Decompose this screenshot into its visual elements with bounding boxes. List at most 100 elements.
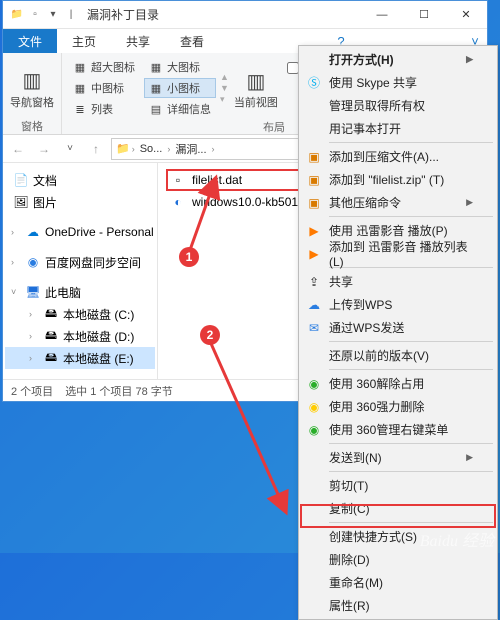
recent-button[interactable]: ˅ — [59, 138, 81, 160]
qat: 📁 ▫ ▾ | — [3, 7, 79, 23]
menu-delete[interactable]: 删除(D) — [299, 548, 497, 571]
share-icon: ⇪ — [305, 273, 323, 291]
menu-xunlei-list[interactable]: ▶添加到 迅雷影音 播放列表(L) — [299, 242, 497, 265]
annotation-badge-2: 2 — [200, 325, 220, 345]
menu-360-del[interactable]: ◉使用 360强力删除 — [299, 395, 497, 418]
maximize-button[interactable]: ☐ — [403, 1, 445, 29]
layout-small[interactable]: ▦小图标 — [144, 78, 216, 98]
tree-drive-d[interactable]: ›🖴本地磁盘 (D:) — [5, 325, 155, 347]
current-view-label: 当前视图 — [234, 97, 278, 109]
menu-separator — [329, 471, 493, 472]
menu-separator — [329, 369, 493, 370]
zip-icon: ▣ — [305, 148, 323, 166]
layout-medium[interactable]: ▦中图标 — [68, 78, 140, 98]
layout-icon: ▦ — [73, 81, 87, 95]
current-view-icon: ▥ — [242, 67, 270, 95]
tab-view[interactable]: 查看 — [165, 29, 219, 53]
tree-thispc[interactable]: ˅🖥此电脑 — [5, 281, 155, 303]
chevron-right-icon: ▶ — [466, 54, 473, 65]
onedrive-icon: ☁ — [25, 224, 41, 240]
chevron-down-icon[interactable]: ˅ — [11, 287, 21, 297]
nav-pane-label: 导航窗格 — [10, 97, 54, 109]
tree-drive-e[interactable]: ›🖴本地磁盘 (E:) — [5, 347, 155, 369]
file-icon: ▫ — [170, 172, 186, 188]
menu-separator — [329, 443, 493, 444]
menu-admin[interactable]: 管理员取得所有权 — [299, 94, 497, 117]
chevron-right-icon[interactable]: › — [29, 331, 39, 341]
chevron-right-icon[interactable]: › — [11, 227, 21, 237]
menu-360-scan[interactable]: ◉使用 360解除占用 — [299, 372, 497, 395]
layout-icon: ▦ — [149, 81, 163, 95]
tab-file[interactable]: 文件 — [3, 29, 57, 53]
documents-icon: 📄 — [13, 172, 29, 188]
menu-separator — [329, 216, 493, 217]
tab-home[interactable]: 主页 — [57, 29, 111, 53]
pictures-icon: 🖼 — [13, 194, 29, 210]
layout-icon: ▦ — [149, 60, 163, 74]
annotation-badge-1: 1 — [179, 247, 199, 267]
menu-prev-versions[interactable]: 还原以前的版本(V) — [299, 344, 497, 367]
chevron-right-icon: ▶ — [466, 197, 473, 208]
drive-icon: 🖴 — [43, 306, 59, 322]
menu-notepad[interactable]: 用记事本打开 — [299, 117, 497, 140]
pc-icon: 🖥 — [25, 284, 41, 300]
tree-documents[interactable]: 📄文档 — [5, 169, 155, 191]
close-button[interactable]: ✕ — [445, 1, 487, 29]
folder-icon: 📁 — [116, 142, 130, 155]
chevron-right-icon[interactable]: › — [29, 309, 39, 319]
menu-360-menu[interactable]: ◉使用 360管理右键菜单 — [299, 418, 497, 441]
menu-other-zip[interactable]: ▣其他压缩命令▶ — [299, 191, 497, 214]
menu-sendto[interactable]: 发送到(N)▶ — [299, 446, 497, 469]
up-button[interactable]: ↑ — [85, 138, 107, 160]
chevron-right-icon[interactable]: › — [29, 353, 39, 363]
tree-baidu[interactable]: ›◉百度网盘同步空间 — [5, 251, 155, 273]
current-view-button[interactable]: ▥ 当前视图 — [233, 57, 279, 119]
menu-wps-upload[interactable]: ☁上传到WPS — [299, 293, 497, 316]
360-icon: ◉ — [305, 398, 323, 416]
tab-share[interactable]: 共享 — [111, 29, 165, 53]
skype-icon: Ⓢ — [305, 74, 323, 92]
layout-icon: ≣ — [73, 102, 87, 116]
menu-open-with[interactable]: 打开方式(H)▶ — [299, 48, 497, 71]
menu-wps-send[interactable]: ✉通过WPS发送 — [299, 316, 497, 339]
forward-button[interactable]: → — [33, 138, 55, 160]
tree-onedrive[interactable]: ›☁OneDrive - Personal — [5, 221, 155, 243]
nav-pane-icon: ▥ — [18, 67, 46, 95]
titlebar: 📁 ▫ ▾ | 漏洞补丁目录 — ☐ ✕ — [3, 1, 487, 29]
menu-share[interactable]: ⇪共享 — [299, 270, 497, 293]
layout-large[interactable]: ▦大图标 — [144, 57, 216, 77]
status-selected: 选中 1 个项目 78 字节 — [65, 383, 173, 399]
menu-add-zip[interactable]: ▣添加到压缩文件(A)... — [299, 145, 497, 168]
back-button[interactable]: ← — [7, 138, 29, 160]
chevron-right-icon[interactable]: › — [11, 257, 21, 267]
tree-pictures[interactable]: 🖼图片 — [5, 191, 155, 213]
breadcrumb-seg[interactable]: So... — [137, 143, 166, 155]
layout-expand-icon[interactable]: ▾ — [220, 94, 229, 105]
chevron-right-icon: ▶ — [466, 452, 473, 463]
layout-details[interactable]: ▤详细信息 — [144, 99, 216, 119]
layout-list[interactable]: ≣列表 — [68, 99, 140, 119]
layout-scroll-up-icon[interactable]: ▲ — [220, 72, 229, 82]
breadcrumb-seg[interactable]: 漏洞... — [172, 141, 209, 157]
menu-props[interactable]: 属性(R) — [299, 594, 497, 617]
menu-copy[interactable]: 复制(C) — [299, 497, 497, 520]
qat-overflow-icon[interactable]: ▾ — [45, 7, 61, 23]
props-icon[interactable]: ▫ — [27, 7, 43, 23]
menu-separator — [329, 522, 493, 523]
chevron-right-icon: › — [167, 144, 170, 154]
chevron-right-icon: › — [132, 144, 135, 154]
layout-scroll-down-icon[interactable]: ▼ — [220, 83, 229, 93]
menu-skype[interactable]: Ⓢ使用 Skype 共享 — [299, 71, 497, 94]
wps-icon: ☁ — [305, 296, 323, 314]
minimize-button[interactable]: — — [361, 1, 403, 29]
layout-icon: ▦ — [73, 60, 87, 74]
menu-cut[interactable]: 剪切(T) — [299, 474, 497, 497]
layout-icon: ▤ — [149, 102, 163, 116]
tree-drive-c[interactable]: ›🖴本地磁盘 (C:) — [5, 303, 155, 325]
folder-icon: 📁 — [9, 7, 25, 23]
nav-pane-button[interactable]: ▥ 导航窗格 — [9, 57, 55, 118]
menu-rename[interactable]: 重命名(M) — [299, 571, 497, 594]
menu-add-named-zip[interactable]: ▣添加到 "filelist.zip" (T) — [299, 168, 497, 191]
drive-icon: 🖴 — [43, 328, 59, 344]
layout-extra-large[interactable]: ▦超大图标 — [68, 57, 140, 77]
